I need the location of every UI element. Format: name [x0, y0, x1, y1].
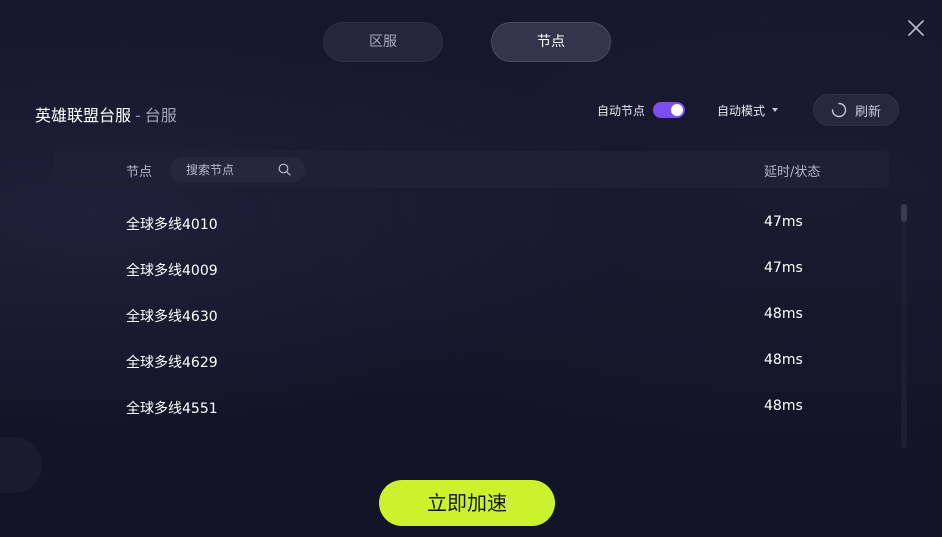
node-latency: 47ms: [764, 260, 803, 276]
node-row[interactable]: 全球多线4551 48ms: [54, 384, 889, 430]
scrollbar-thumb[interactable]: [901, 204, 907, 222]
auto-node-toggle[interactable]: [653, 102, 686, 118]
search-icon[interactable]: [278, 163, 291, 176]
column-header-latency: 延时/状态: [764, 165, 821, 180]
close-icon: [908, 20, 924, 36]
refresh-button[interactable]: 刷新: [813, 94, 899, 126]
list-scrollbar[interactable]: [901, 204, 907, 448]
tab-region[interactable]: 区服: [323, 22, 443, 62]
mode-label: 自动模式: [717, 103, 766, 118]
node-list-header: 节点 延时/状态: [54, 151, 889, 188]
node-name: 全球多线4629: [126, 355, 218, 371]
tab-bar: 区服 节点: [0, 22, 942, 62]
node-name: 全球多线4009: [126, 263, 218, 279]
server-name: 台服: [144, 106, 177, 125]
node-row[interactable]: 全球多线4630 48ms: [54, 292, 889, 338]
auto-node-control: 自动节点: [597, 100, 686, 120]
node-search: [170, 157, 305, 182]
node-latency: 48ms: [764, 398, 803, 414]
toggle-knob: [671, 104, 684, 116]
title-separator: -: [135, 106, 141, 125]
node-latency: 48ms: [764, 306, 803, 322]
refresh-label: 刷新: [854, 104, 881, 120]
tab-node[interactable]: 节点: [491, 22, 611, 62]
node-name: 全球多线4010: [126, 217, 218, 233]
refresh-icon: [831, 102, 847, 118]
node-latency: 47ms: [764, 214, 803, 230]
node-latency: 48ms: [764, 352, 803, 368]
page-title: 英雄联盟台服 - 台服: [35, 102, 177, 126]
node-name: 全球多线4630: [126, 309, 218, 325]
node-row[interactable]: 全球多线4010 47ms: [54, 200, 889, 246]
close-button[interactable]: [904, 16, 928, 40]
search-input[interactable]: [186, 162, 278, 177]
node-row[interactable]: 全球多线4629 48ms: [54, 338, 889, 384]
node-name: 全球多线4551: [126, 401, 218, 417]
accelerate-button[interactable]: 立即加速: [379, 480, 555, 526]
column-header-node: 节点: [126, 165, 153, 180]
auto-node-label: 自动节点: [597, 103, 646, 118]
game-name: 英雄联盟台服: [35, 106, 132, 125]
caret-down-icon: [772, 108, 779, 112]
mode-dropdown[interactable]: 自动模式: [717, 100, 779, 120]
node-list: 全球多线4010 47ms 全球多线4009 47ms 全球多线4630 48m…: [54, 200, 889, 450]
node-row[interactable]: 全球多线4009 47ms: [54, 246, 889, 292]
